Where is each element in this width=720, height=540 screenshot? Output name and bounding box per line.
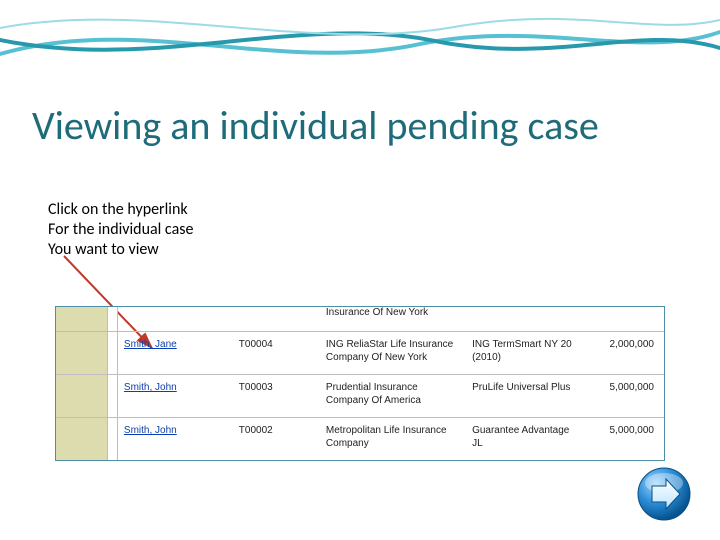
cell-name: Smith, Jane — [118, 332, 233, 362]
table-row: Smith, Jane T00004 ING ReliaStar Life In… — [56, 331, 664, 374]
sidebar-slice — [56, 418, 108, 460]
arrow-right-icon — [636, 466, 692, 522]
cell-name: Smith, John — [118, 418, 233, 448]
slide-title: Viewing an individual pending case — [32, 105, 688, 147]
cell-product — [466, 307, 587, 312]
cell-insurer: ING ReliaStar Life Insurance Company Of … — [320, 332, 466, 374]
slide: Viewing an individual pending case Click… — [0, 0, 720, 540]
table-row: Smith, John T00003 Prudential Insurance … — [56, 374, 664, 417]
gap-slice — [108, 418, 118, 460]
instruction-line: You want to view — [48, 240, 193, 260]
cell-id: T00002 — [233, 418, 320, 448]
sidebar-slice — [56, 375, 108, 417]
gap-slice — [108, 375, 118, 417]
case-name-link[interactable]: Smith, John — [124, 425, 177, 436]
cell-amount: 2,000,000 — [587, 332, 664, 362]
cell-name: Smith, John — [118, 375, 233, 405]
cell-insurer: Prudential Insurance Company Of America — [320, 375, 466, 417]
sidebar-slice — [56, 332, 108, 374]
cell-insurer: Insurance Of New York — [320, 307, 466, 325]
cell-amount — [587, 307, 664, 312]
cell-product: PruLife Universal Plus — [466, 375, 587, 405]
instruction-text: Click on the hyperlink For the individua… — [48, 200, 193, 260]
cell-insurer: Metropolitan Life Insurance Company — [320, 418, 466, 460]
cell-product: Guarantee Advantage JL — [466, 418, 587, 460]
case-name-link[interactable]: Smith, Jane — [124, 339, 177, 350]
cell-id: T00004 — [233, 332, 320, 362]
wave-decoration — [0, 0, 720, 70]
cell-id: T00003 — [233, 375, 320, 405]
table-row: Insurance Of New York — [56, 307, 664, 331]
table-row: Smith, John T00002 Metropolitan Life Ins… — [56, 417, 664, 460]
case-name-link[interactable]: Smith, John — [124, 382, 177, 393]
sidebar-slice — [56, 307, 108, 331]
gap-slice — [108, 332, 118, 374]
cell-amount: 5,000,000 — [587, 418, 664, 448]
cell-amount: 5,000,000 — [587, 375, 664, 405]
instruction-line: Click on the hyperlink — [48, 200, 193, 220]
instruction-line: For the individual case — [48, 220, 193, 240]
gap-slice — [108, 307, 118, 331]
cases-table: Insurance Of New York Smith, Jane T00004… — [55, 306, 665, 461]
cell-product: ING TermSmart NY 20 (2010) — [466, 332, 587, 374]
next-slide-button[interactable] — [636, 466, 692, 522]
